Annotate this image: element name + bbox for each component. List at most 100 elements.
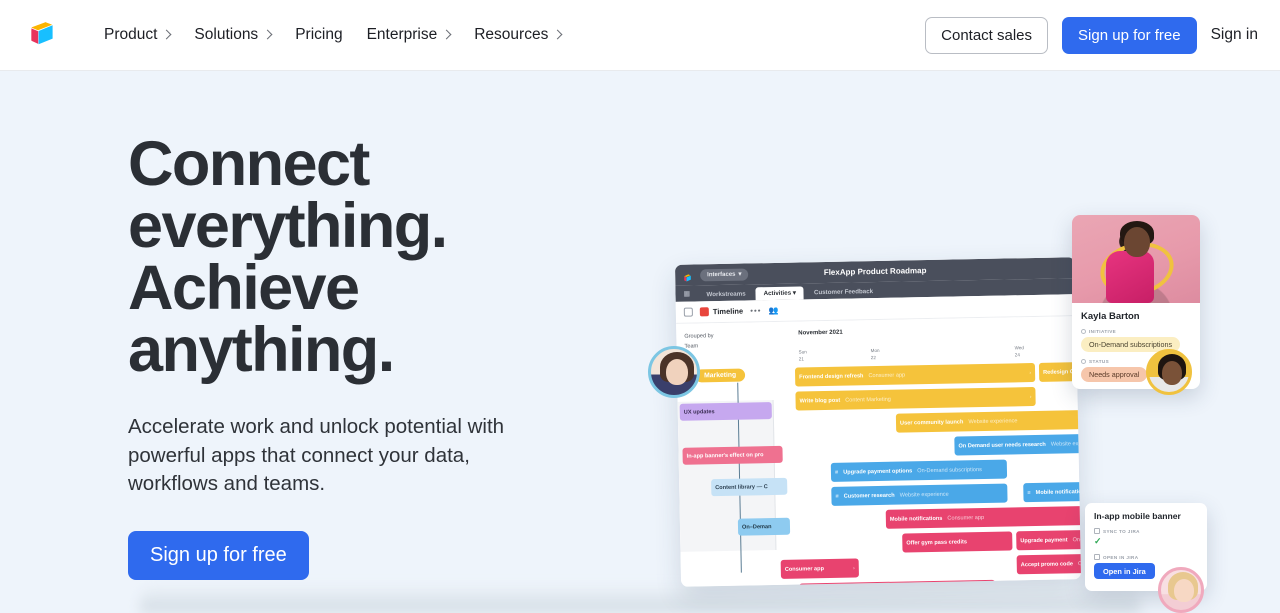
bar-title: On Demand user needs research [958, 441, 1046, 449]
chevron-right-icon [552, 29, 563, 40]
chevron-down-icon: ▾ [738, 271, 742, 278]
field-label-sync: SYNC TO JIRA [1094, 528, 1198, 534]
timeline-bar[interactable]: ≡ Mobile notifications A/B testing On-De… [1023, 479, 1082, 503]
timeline-body: Grouped by Team November 2021 Sun 21 Mon… [676, 316, 1082, 587]
tab-activities-label: Activities [763, 289, 792, 297]
nav-item-solutions[interactable]: Solutions [182, 18, 283, 52]
nav-label: Pricing [295, 26, 343, 43]
timeline-bar[interactable]: UX updates [679, 402, 772, 421]
timeline-bar[interactable]: ≡ Customer research Website experience [831, 483, 1008, 506]
timeline-bar[interactable]: On Demand user needs research Website ex… [954, 432, 1082, 456]
timeline-bar[interactable]: Consumer app › [780, 558, 859, 579]
kayla-photo [1072, 215, 1200, 303]
bar-end-icon: › [1029, 393, 1032, 400]
sidebar-toggle-icon[interactable] [683, 307, 693, 317]
field-label-text: STATUS [1089, 359, 1110, 364]
nav-label: Solutions [194, 26, 259, 43]
timeline-bar[interactable]: ≡ Upgrade payment options On-Demand subs… [830, 459, 1008, 482]
timeline-bar[interactable]: Accept promo code On-Demand [1016, 553, 1082, 575]
timeline-bar[interactable]: Offer gym pass credits [902, 531, 1013, 553]
bar-title: Write blog post [799, 397, 841, 405]
timeline-bar[interactable]: Mobile notifications Consumer app [885, 504, 1082, 529]
contact-sales-button[interactable]: Contact sales [925, 16, 1049, 54]
nav-item-enterprise[interactable]: Enterprise [355, 18, 463, 52]
grid-menu-icon[interactable]: ▦ [683, 290, 692, 299]
field-type-icon [1081, 359, 1086, 364]
grouped-by-label: Grouped by [684, 333, 714, 340]
workspace-pill-label: Interfaces [707, 271, 736, 278]
timeline-bar[interactable]: Write blog post Content Marketing › [795, 386, 1036, 411]
bar-sub: Content Marketing [845, 396, 891, 404]
day-number: 22 [870, 355, 876, 361]
header-signup-button[interactable]: Sign up for free [1062, 16, 1197, 54]
grouped-by-control[interactable]: Grouped by Team [684, 332, 714, 352]
timeline-bar[interactable]: In-app banner's effect on pro [682, 445, 783, 465]
app-window-mock: Interfaces ▾ FlexApp Product Roadmap ▦ W… [674, 257, 1082, 587]
day-number: 24 [1014, 352, 1020, 358]
field-label-text: SYNC TO JIRA [1103, 528, 1140, 534]
field-label-text: OPEN IN JIRA [1103, 554, 1139, 560]
bar-icon: ≡ [835, 493, 839, 500]
day-column-sun: Sun 21 [799, 348, 807, 362]
page-title: Connect everything. Achieve anything. [128, 133, 598, 382]
timeline-bar[interactable]: On–Deman [737, 517, 791, 536]
chevron-right-icon [441, 29, 452, 40]
hero-signup-button[interactable]: Sign up for free [128, 530, 309, 580]
hero-title-line-4: anything. [128, 315, 395, 385]
airtable-logo[interactable] [28, 19, 64, 51]
bar-title: Mobile notifications [889, 515, 943, 523]
timeline-bar[interactable]: Frontend design refresh Consumer app › [794, 362, 1036, 387]
bar-title: Upgrade payment [1020, 536, 1068, 544]
hero-section: Connect everything. Achieve anything. Ac… [0, 71, 1280, 613]
bar-title: Frontend design refresh [799, 372, 864, 381]
timeline-view-icon [699, 307, 709, 317]
sign-in-link[interactable]: Sign in [1211, 26, 1258, 44]
day-column-mon: Mon 22 [871, 347, 880, 361]
timeline-month-label: November 2021 [798, 329, 843, 337]
field-type-icon [1081, 329, 1086, 334]
bar-title: User community launch [899, 418, 964, 427]
avatar-collaborator-1[interactable] [648, 346, 700, 398]
view-selector-label: Timeline [712, 306, 744, 317]
cursor-icon [1094, 554, 1100, 560]
field-label-open: OPEN IN JIRA [1094, 554, 1198, 560]
checkbox-icon [1094, 528, 1100, 534]
tab-workstreams[interactable]: Workstreams [698, 287, 753, 302]
app-logo-icon [683, 270, 694, 281]
more-options-icon[interactable]: ••• [750, 306, 762, 315]
chevron-right-icon [262, 29, 273, 40]
airtable-logo-icon [31, 22, 53, 45]
bar-sub: Consumer app [868, 371, 906, 379]
bar-sub: On-Demand subscriptions [917, 466, 982, 474]
bar-title: Accept promo code [1020, 560, 1074, 568]
collaborators-icon[interactable]: 👥 [768, 306, 778, 315]
nav-item-resources[interactable]: Resources [462, 18, 573, 52]
workspace-pill[interactable]: Interfaces ▾ [700, 267, 749, 281]
jacket-shape [1106, 251, 1154, 303]
nav-item-pricing[interactable]: Pricing [283, 18, 354, 52]
timeline-bar[interactable]: Content library — C [711, 477, 788, 497]
nav-label: Resources [474, 26, 549, 43]
tab-customer-feedback[interactable]: Customer Feedback [806, 284, 881, 299]
hero-copy: Connect everything. Achieve anything. Ac… [128, 133, 598, 580]
chevron-right-icon [161, 29, 172, 40]
bar-title: Content library — C [715, 483, 768, 491]
timeline-bar[interactable]: User community launch Website experience [895, 409, 1082, 433]
timeline-bar[interactable]: Upgrade payment On-Demand [1016, 529, 1082, 551]
bar-title: Customer research [843, 492, 895, 500]
view-selector[interactable]: Timeline [699, 306, 744, 317]
tab-activities[interactable]: Activities ▾ [755, 285, 805, 301]
status-badge: Needs approval [1081, 367, 1148, 382]
avatar-collaborator-2[interactable] [1146, 349, 1192, 395]
bar-title: Offer gym pass credits [906, 538, 967, 546]
open-in-jira-button[interactable]: Open in Jira [1094, 563, 1155, 579]
timeline-bar[interactable]: Wireframes for notifications Consumer ap… [799, 579, 996, 587]
bar-icon: ≡ [1027, 489, 1031, 496]
nav-item-product[interactable]: Product [92, 18, 182, 52]
bar-title: Mobile notifications A/B testing [1035, 488, 1082, 496]
bar-sub: Website experience [899, 491, 949, 499]
bar-title: In-app banner's effect on pro [686, 451, 764, 460]
avatar-collaborator-3[interactable] [1158, 567, 1204, 613]
day-name: Sun [798, 349, 807, 355]
bar-title: Consumer app [784, 565, 825, 573]
